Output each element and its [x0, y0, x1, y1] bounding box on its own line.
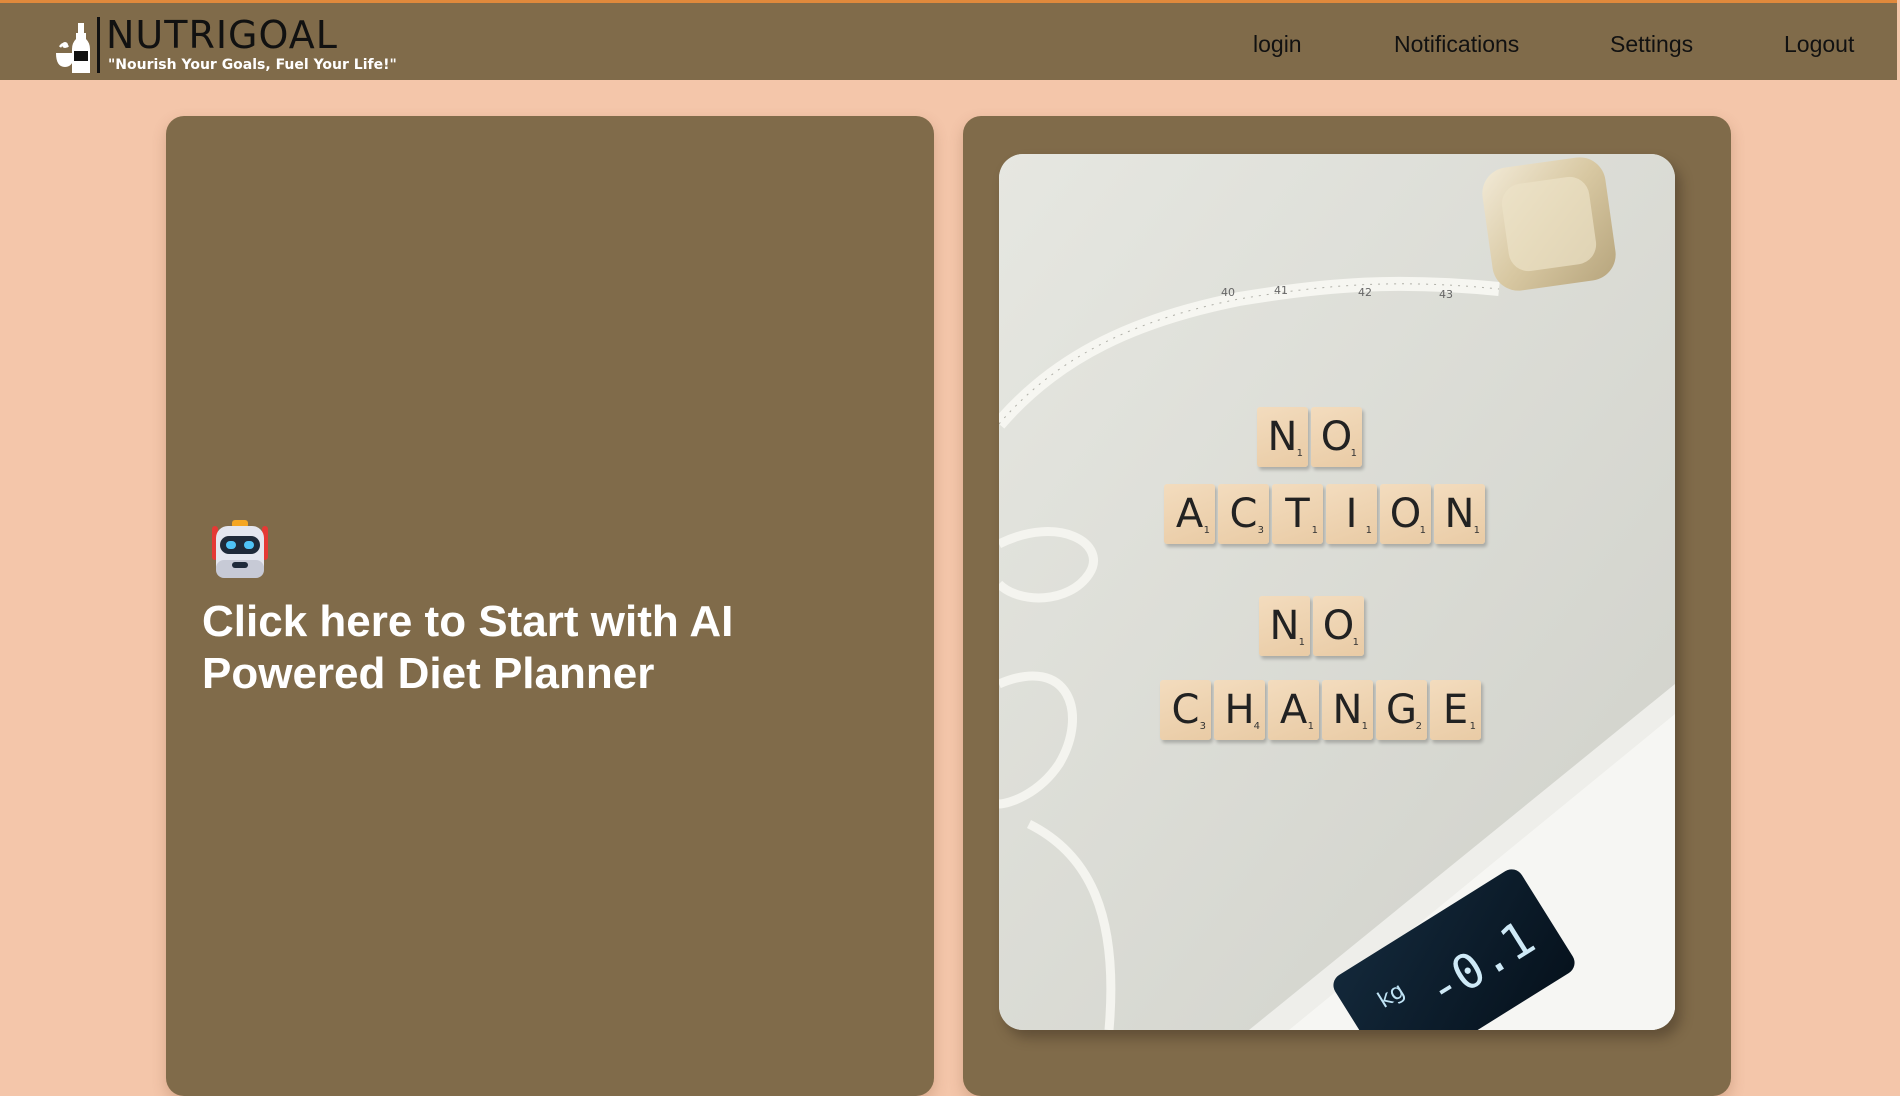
tile: G2 — [1376, 680, 1427, 740]
ai-diet-planner-card[interactable]: Click here to Start with AI Powered Diet… — [166, 116, 934, 1096]
tile: O1 — [1311, 407, 1362, 467]
brand-tagline: "Nourish Your Goals, Fuel Your Life!" — [108, 57, 397, 73]
nav-notifications-link[interactable]: Notifications — [1394, 31, 1519, 58]
bottle-and-cup-icon — [56, 23, 90, 73]
ai-diet-planner-cta[interactable]: Click here to Start with AI Powered Diet… — [202, 596, 822, 700]
nav-settings-link[interactable]: Settings — [1610, 31, 1693, 58]
tile: N1 — [1257, 407, 1308, 467]
tile: A1 — [1164, 484, 1215, 544]
motivation-photo: kg -0.1 40 41 42 43 N1 O1 A 1 C 3 T 1 I … — [999, 154, 1675, 1030]
scrabble-tiles: N1 O1 A1 C3 T1 I1 O1 N1 N1 O1 C3 H4 A1 N… — [999, 154, 1675, 1030]
tile: O1 — [1380, 484, 1431, 544]
tile: I1 — [1326, 484, 1377, 544]
tile: T1 — [1272, 484, 1323, 544]
brand-logo[interactable]: NUTRIGOAL "Nourish Your Goals, Fuel Your… — [54, 13, 397, 77]
tile-row-no-2: N1 O1 — [1259, 596, 1364, 656]
tile: O1 — [1313, 596, 1364, 656]
nav-logout-link[interactable]: Logout — [1784, 31, 1854, 58]
tile: N1 — [1322, 680, 1373, 740]
navbar: NUTRIGOAL "Nourish Your Goals, Fuel Your… — [0, 0, 1897, 80]
nav-login-link[interactable]: login — [1253, 31, 1302, 58]
brand-name: NUTRIGOAL — [106, 13, 338, 57]
brand-divider — [97, 17, 100, 73]
tile-row-action: A1 C3 T1 I1 O1 N1 — [1164, 484, 1485, 544]
tile: E1 — [1430, 680, 1481, 740]
tile: C3 — [1160, 680, 1211, 740]
robot-icon — [212, 520, 268, 578]
tile: C3 — [1218, 484, 1269, 544]
motivation-image-card: kg -0.1 40 41 42 43 N1 O1 A 1 C 3 T 1 I … — [963, 116, 1731, 1096]
tile: A1 — [1268, 680, 1319, 740]
tile: N1 — [1434, 484, 1485, 544]
tile-row-no-1: N1 O1 — [1257, 407, 1362, 467]
tile-row-change: C3 H4 A1 N1 G2 E1 — [1160, 680, 1481, 740]
tile: N1 — [1259, 596, 1310, 656]
tile: H4 — [1214, 680, 1265, 740]
